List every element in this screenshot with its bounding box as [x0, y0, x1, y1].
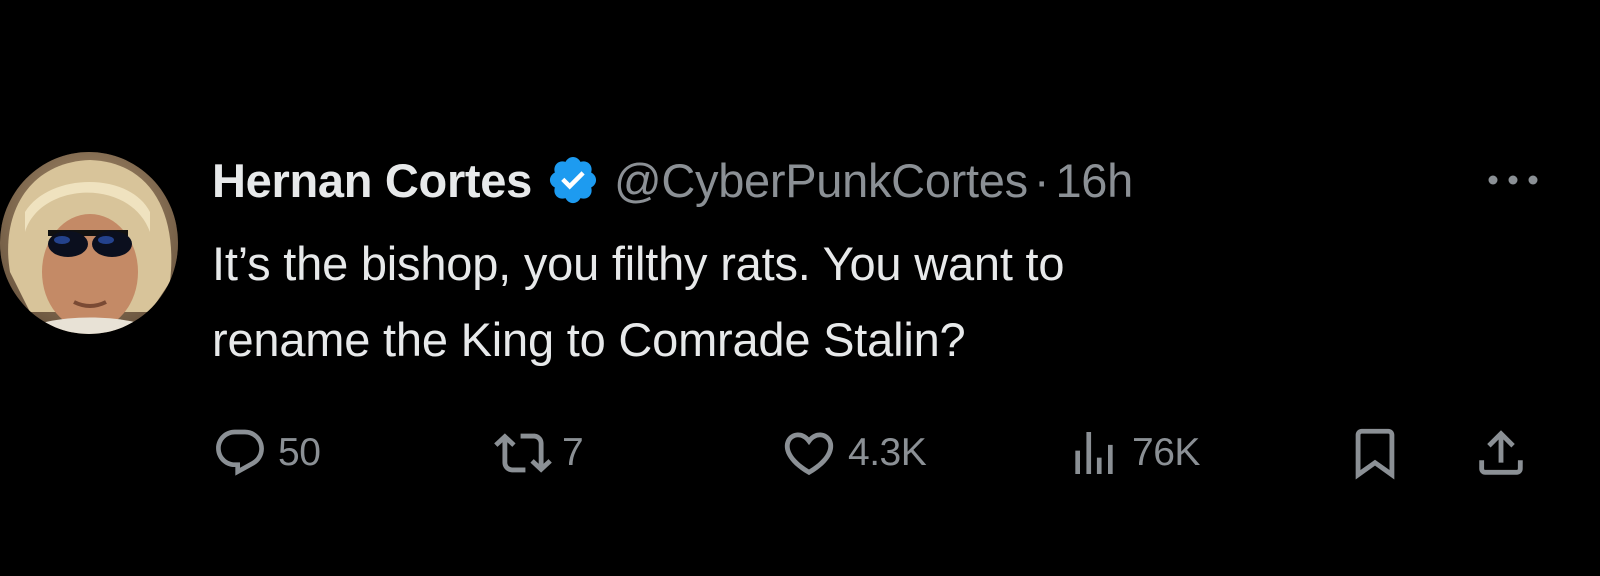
- more-options-icon[interactable]: [1478, 160, 1548, 200]
- bookmark-button[interactable]: [1346, 418, 1404, 488]
- reply-button[interactable]: 50: [212, 418, 321, 488]
- like-button[interactable]: 4.3K: [780, 418, 927, 488]
- avatar[interactable]: [0, 152, 178, 334]
- reply-icon: [216, 429, 264, 476]
- user-handle[interactable]: @CyberPunkCortes: [614, 153, 1028, 208]
- share-icon: [1479, 430, 1523, 475]
- tweet-text-line: It’s the bishop, you filthy rats. You wa…: [212, 237, 1065, 290]
- reply-count: 50: [278, 431, 321, 474]
- bookmark-icon: [1355, 428, 1395, 480]
- like-count: 4.3K: [848, 431, 927, 474]
- display-name[interactable]: Hernan Cortes: [212, 153, 532, 208]
- separator-dot: ·: [1033, 153, 1050, 207]
- repost-button[interactable]: 7: [494, 418, 584, 488]
- share-button[interactable]: [1472, 418, 1530, 488]
- action-bar: 50 7 4.3K 76K: [0, 418, 1600, 488]
- repost-icon: [494, 433, 552, 473]
- tweet-header: Hernan Cortes @CyberPunkCortes · 16h: [212, 150, 1133, 210]
- verified-badge-icon[interactable]: [546, 153, 600, 207]
- tweet-text: It’s the bishop, you filthy rats. You wa…: [212, 226, 1512, 378]
- views-button[interactable]: 76K: [1066, 418, 1200, 488]
- views-count: 76K: [1132, 431, 1200, 474]
- timestamp[interactable]: 16h: [1055, 153, 1133, 208]
- tweet-text-line: rename the King to Comrade Stalin?: [212, 313, 966, 366]
- views-chart-icon: [1075, 432, 1113, 474]
- heart-icon: [784, 432, 834, 476]
- repost-count: 7: [562, 431, 584, 474]
- tweet: Hernan Cortes @CyberPunkCortes · 16h It’…: [0, 0, 1600, 576]
- avatar-image: [0, 152, 178, 334]
